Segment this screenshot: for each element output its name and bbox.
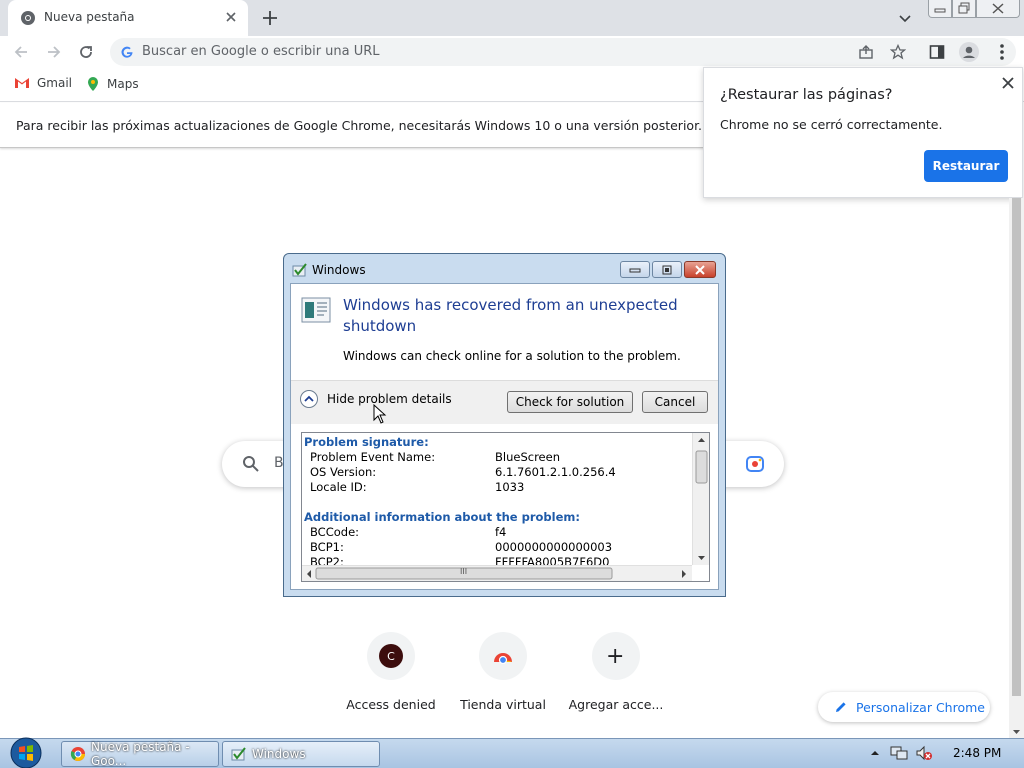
check-for-solution-button[interactable]: Check for solution (507, 391, 633, 413)
reload-icon[interactable] (77, 43, 95, 61)
details-key: OS Version: (310, 465, 377, 479)
shortcut-tile (479, 632, 527, 680)
details-value: 1033 (495, 480, 525, 494)
windows-start-orb-icon[interactable] (8, 737, 44, 768)
bookmark-label: Gmail (37, 76, 73, 90)
maps-icon (86, 76, 100, 92)
tray-network-icon[interactable] (890, 745, 908, 761)
taskbar-item-label: Windows (252, 747, 306, 761)
details-value: 6.1.7601.2.1.0.256.4 (495, 465, 616, 479)
windows-check-icon (231, 746, 247, 762)
dialog-content: Windows has recovered from an unexpected… (290, 283, 719, 590)
dialog-close-button[interactable] (684, 261, 716, 278)
taskbar-clock[interactable]: 2:48 PM (953, 746, 1001, 760)
maximize-button[interactable] (952, 0, 976, 18)
dialog-maximize-button[interactable] (652, 261, 682, 278)
shortcut-label: Agregar acce... (568, 697, 664, 712)
shortcut-label: Tienda virtual (460, 697, 546, 712)
tab-nueva-pestana[interactable]: Nueva pestaña (8, 0, 248, 36)
back-icon[interactable] (12, 43, 30, 61)
problem-report-icon (301, 297, 331, 323)
problem-details-box[interactable]: Problem signature: Problem Event Name: B… (301, 432, 710, 582)
chevron-up-circle-icon (299, 389, 319, 409)
bookmark-gmail[interactable]: Gmail (14, 76, 72, 90)
mouse-cursor-icon (373, 404, 387, 424)
windows-recovery-dialog: Windows Windows has recovered from an un… (283, 253, 726, 597)
details-value: 0000000000000003 (495, 540, 613, 554)
customize-chrome-button[interactable]: Personalizar Chrome (818, 692, 990, 722)
windows-check-icon (292, 262, 308, 278)
shortcut-tile: + (592, 632, 640, 680)
dialog-title: Windows (312, 263, 366, 277)
google-lens-icon[interactable] (745, 455, 765, 473)
tray-volume-muted-icon[interactable] (915, 745, 933, 761)
shortcut-tile: C (367, 632, 415, 680)
details-key: BCP1: (310, 540, 344, 554)
tray-expand-icon[interactable] (870, 748, 880, 758)
chrome-icon (70, 746, 86, 762)
bookmark-maps[interactable]: Maps (86, 76, 139, 92)
windows-taskbar: Nueva pestaña - Goo... Windows 2:48 PM (0, 737, 1024, 768)
add-shortcut-plus-icon: + (606, 644, 625, 669)
bookmark-label: Maps (107, 77, 139, 91)
restore-message: Chrome no se cerró correctamente. (720, 117, 943, 132)
details-section-title: Additional information about the problem… (304, 510, 580, 524)
search-icon (242, 455, 260, 473)
gmail-icon (14, 77, 30, 89)
menu-kebab-icon[interactable] (992, 42, 1012, 62)
close-tab-icon[interactable] (224, 10, 238, 24)
details-key: Locale ID: (310, 480, 367, 494)
page-scrollbar[interactable] (1009, 198, 1024, 738)
forward-icon[interactable] (45, 43, 63, 61)
dialog-minimize-button[interactable] (620, 261, 650, 278)
hide-details-label: Hide problem details (327, 392, 452, 406)
new-tab-button[interactable] (260, 8, 280, 28)
restore-title: ¿Restaurar las páginas? (720, 87, 893, 103)
pencil-icon (834, 700, 848, 714)
details-vertical-scrollbar[interactable] (692, 433, 709, 565)
profile-avatar-icon[interactable] (959, 42, 979, 62)
close-icon[interactable] (1001, 76, 1015, 90)
shortcut-add[interactable]: + Agregar acce... (560, 632, 672, 722)
infobar-text: Para recibir las próximas actualizacione… (16, 118, 772, 133)
details-key: BCCode: (310, 525, 360, 539)
close-window-button[interactable] (976, 0, 1020, 18)
details-key: Problem Event Name: (310, 450, 436, 464)
minimize-button[interactable] (928, 0, 952, 18)
cancel-button[interactable]: Cancel (642, 391, 708, 413)
taskbar-item-label: Nueva pestaña - Goo... (91, 740, 190, 768)
shortcut-letter-avatar: C (379, 644, 403, 668)
tab-title: Nueva pestaña (44, 10, 135, 24)
dialog-button-band: Hide problem details Check for solution … (291, 380, 718, 424)
bookmark-star-icon[interactable] (890, 44, 906, 60)
details-value: BlueScreen (495, 450, 560, 464)
chrome-icon (20, 10, 36, 26)
omnibox-placeholder: Buscar en Google o escribir una URL (142, 44, 380, 59)
share-icon[interactable] (858, 44, 874, 60)
dialog-heading: Windows has recovered from an unexpected… (343, 296, 678, 335)
details-section-title: Problem signature: (304, 435, 429, 449)
details-value: f4 (495, 525, 507, 539)
restore-pages-popup: ¿Restaurar las páginas? Chrome no se cer… (703, 67, 1023, 198)
shortcut-label: Access denied (346, 697, 436, 712)
details-horizontal-scrollbar[interactable]: III (302, 565, 692, 581)
google-g-icon (120, 45, 134, 59)
shortcut-access-denied[interactable]: C Access denied (335, 632, 447, 722)
shortcut-tienda-virtual[interactable]: Tienda virtual (447, 632, 559, 722)
customize-label: Personalizar Chrome (856, 699, 985, 715)
tab-search-chevron-icon[interactable] (897, 10, 913, 26)
dialog-subtext: Windows can check online for a solution … (343, 349, 681, 363)
chrome-web-store-icon (493, 648, 513, 664)
restore-button[interactable]: Restaurar (924, 150, 1008, 182)
omnibox[interactable]: Buscar en Google o escribir una URL (110, 38, 1016, 66)
taskbar-item-windows[interactable]: Windows (222, 741, 380, 767)
scroll-grip-label: III (460, 567, 468, 576)
taskbar-item-chrome[interactable]: Nueva pestaña - Goo... (61, 740, 219, 768)
side-panel-icon[interactable] (929, 44, 945, 60)
